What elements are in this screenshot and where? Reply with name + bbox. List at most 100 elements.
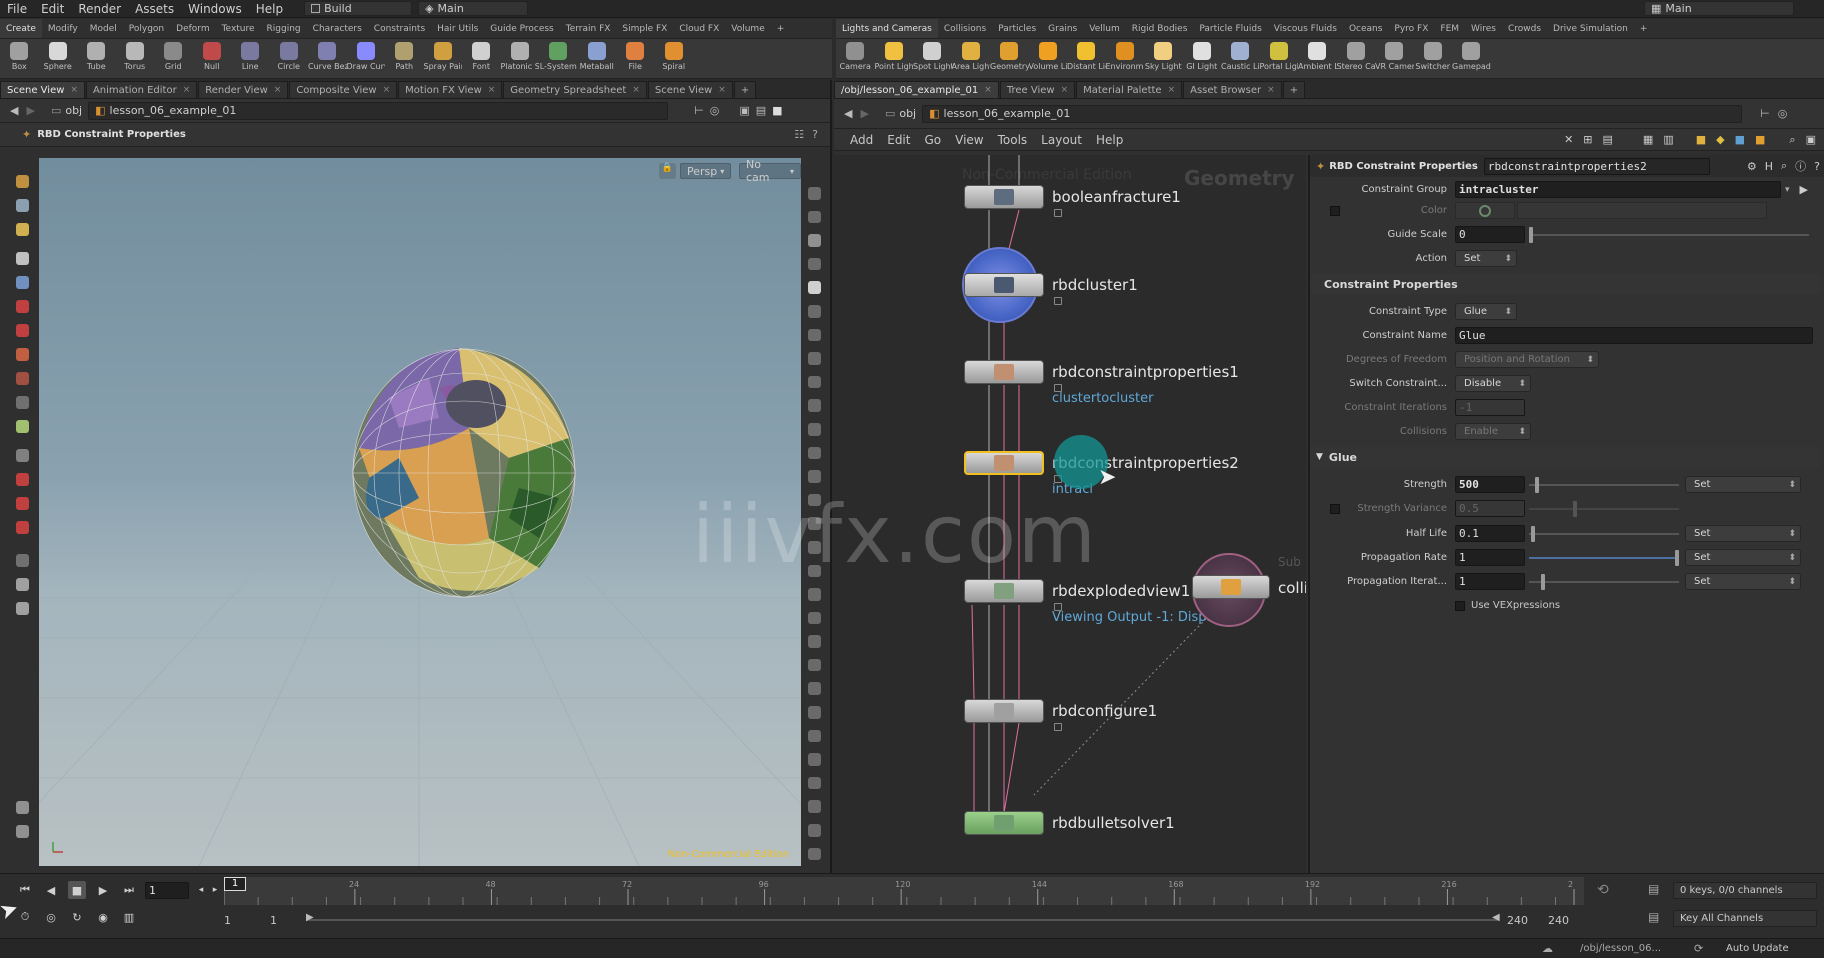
display-icon-10[interactable] — [807, 399, 821, 412]
right-tab-10[interactable]: FEM — [1434, 19, 1465, 38]
shelf-tool-environment-light[interactable]: Environment Light — [1106, 39, 1144, 71]
tool-icon-20[interactable] — [15, 825, 29, 838]
keys-channels-dropdown[interactable]: 0 keys, 0/0 channels — [1673, 882, 1817, 899]
panel-tab-3[interactable]: Composite View × — [289, 81, 398, 98]
range-end-field[interactable]: 240 — [1507, 914, 1528, 927]
guide-scale-slider[interactable] — [1529, 226, 1809, 243]
color-checkbox[interactable] — [1330, 206, 1340, 216]
network-maximize-icon[interactable]: ▣ — [1806, 133, 1816, 146]
close-tab-icon[interactable]: × — [274, 85, 282, 95]
node-box[interactable] — [964, 360, 1044, 384]
panel-tab-1[interactable]: Tree View × — [999, 81, 1076, 98]
slider-handle[interactable] — [1535, 476, 1539, 493]
display-icon-7[interactable] — [807, 328, 821, 342]
left-tab-4[interactable]: Deform — [170, 19, 215, 38]
shelf-tool-l-system[interactable]: L-System — [539, 39, 578, 71]
range-start-label[interactable]: 1 — [224, 914, 231, 927]
display-icon-1[interactable] — [807, 187, 821, 200]
node-rbdconstraintproperties2[interactable]: rbdconstraintproperties2 intracl — [964, 451, 1239, 497]
shelf-tool-circle[interactable]: Circle — [270, 39, 309, 71]
node-colli[interactable]: colli Sub — [1192, 555, 1306, 599]
select-arrow-param-icon[interactable]: ▶ — [1800, 183, 1808, 196]
play-icon[interactable]: ▶ — [94, 881, 112, 899]
scale-icon[interactable] — [15, 348, 29, 361]
display-icon-13[interactable] — [807, 470, 821, 483]
left-tab-12[interactable]: Simple FX — [616, 19, 673, 38]
propagation-iterations-field[interactable]: 1 — [1455, 573, 1525, 590]
right-tab-7[interactable]: Viscous Fluids — [1268, 19, 1343, 38]
left-tab-9[interactable]: Hair Utils — [431, 19, 484, 38]
flag-icon[interactable]: ■ — [1755, 133, 1765, 146]
display-icon-20[interactable] — [807, 635, 821, 648]
snap-grid-icon[interactable] — [15, 449, 29, 462]
shelf-tool-file[interactable]: File — [616, 39, 655, 71]
display-icon-6[interactable] — [807, 304, 821, 318]
desktop-dropdown[interactable]: Build — [304, 1, 413, 16]
display-icon-9[interactable] — [807, 375, 821, 389]
tool-options-icon[interactable]: ☷ — [794, 128, 804, 141]
current-frame-field[interactable]: 1 — [145, 882, 189, 899]
right-tab-1[interactable]: Collisions — [938, 19, 992, 38]
left-tab-11[interactable]: Terrain FX — [560, 19, 617, 38]
close-tab-icon[interactable]: × — [383, 85, 391, 95]
path-context-right[interactable]: ▭ obj — [879, 105, 922, 123]
color-swatch[interactable] — [1455, 202, 1515, 219]
right-desktop-dropdown[interactable]: ▦ Main — [1644, 1, 1794, 16]
switch-constraint-dropdown[interactable]: Disable — [1455, 375, 1531, 392]
shelf-tool-line[interactable]: Line — [231, 39, 270, 71]
range-end-handle-icon[interactable]: ◀ — [1492, 912, 1500, 923]
panel-tab-5[interactable]: Geometry Spreadsheet × — [503, 81, 647, 98]
display-icon-18[interactable] — [807, 588, 821, 601]
lock-tool-icon[interactable] — [15, 276, 29, 289]
node-box[interactable] — [964, 579, 1044, 603]
shelf-tool-distant-light[interactable]: Distant Light — [1067, 39, 1106, 71]
close-tab-icon[interactable]: × — [488, 85, 496, 95]
menu-file[interactable]: File — [0, 2, 34, 16]
shelf-tool-path[interactable]: Path — [385, 39, 424, 71]
node-name-field[interactable]: rbdconstraintproperties2 — [1483, 157, 1710, 175]
link-icon-right[interactable]: ◎ — [1778, 107, 1788, 120]
node-box[interactable] — [964, 811, 1044, 835]
close-tab-icon[interactable]: × — [183, 85, 191, 95]
half-life-slider[interactable] — [1529, 525, 1679, 542]
add-tab-icon[interactable]: + — [733, 81, 757, 98]
grid-view-icon[interactable]: ▦ — [1643, 133, 1653, 146]
shelf-tool-caustic-light[interactable]: Caustic Light — [1221, 39, 1260, 71]
shelf-tool-spiral[interactable]: Spiral — [655, 39, 694, 71]
strength-variance-checkbox[interactable] — [1330, 504, 1340, 514]
use-vex-checkbox[interactable] — [1455, 600, 1465, 611]
display-icon-22[interactable] — [807, 682, 821, 696]
display-icon-19[interactable] — [807, 611, 821, 625]
forward-icon-right[interactable]: ▶ — [860, 107, 868, 120]
constraint-name-field[interactable]: Glue — [1455, 327, 1813, 344]
menu-windows[interactable]: Windows — [181, 2, 249, 16]
shelf-tool-tube[interactable]: Tube — [77, 39, 116, 71]
shelf-tool-spray-paint[interactable]: Spray Paint — [424, 39, 462, 71]
shape-palette-icon[interactable]: ◆ — [1716, 133, 1724, 146]
left-tab-5[interactable]: Texture — [216, 19, 261, 38]
audio-icon[interactable]: ◎ — [42, 908, 60, 926]
strength-variance-slider[interactable] — [1529, 500, 1679, 517]
frame-mode-icon[interactable]: ◉ — [94, 908, 112, 926]
shelf-tool-camera[interactable]: Camera — [836, 39, 875, 71]
shelf-tool-gi-light[interactable]: GI Light — [1183, 39, 1222, 71]
display-icon-27[interactable] — [807, 800, 821, 814]
propagation-rate-slider[interactable] — [1529, 549, 1679, 566]
display-icon-5[interactable] — [807, 281, 821, 294]
section-constraint-properties[interactable]: Constraint Properties — [1310, 274, 1820, 294]
node-rbdcluster1[interactable]: rbdcluster1 — [964, 273, 1138, 305]
half-life-action-dropdown[interactable]: Set — [1685, 525, 1801, 542]
view-icon[interactable] — [15, 420, 29, 433]
back-icon-right[interactable]: ◀ — [844, 107, 852, 120]
key-all-icon[interactable]: ▤ — [1648, 910, 1659, 924]
dependency-icon[interactable]: ■ — [1735, 133, 1745, 146]
select-arrow-icon[interactable] — [15, 252, 29, 265]
magnet-icon-2[interactable] — [15, 497, 29, 510]
display-icon-8[interactable] — [807, 352, 821, 365]
right-tab-9[interactable]: Pyro FX — [1388, 19, 1434, 38]
shelf-tool-curve-bezier[interactable]: Curve Bezier — [308, 39, 347, 71]
strength-slider[interactable] — [1529, 476, 1679, 493]
close-tab-icon[interactable]: × — [1061, 85, 1069, 95]
group-dropdown-icon[interactable]: ▾ — [1785, 185, 1790, 195]
panel-tab-0[interactable]: /obj/lesson_06_example_01 × — [834, 81, 999, 98]
